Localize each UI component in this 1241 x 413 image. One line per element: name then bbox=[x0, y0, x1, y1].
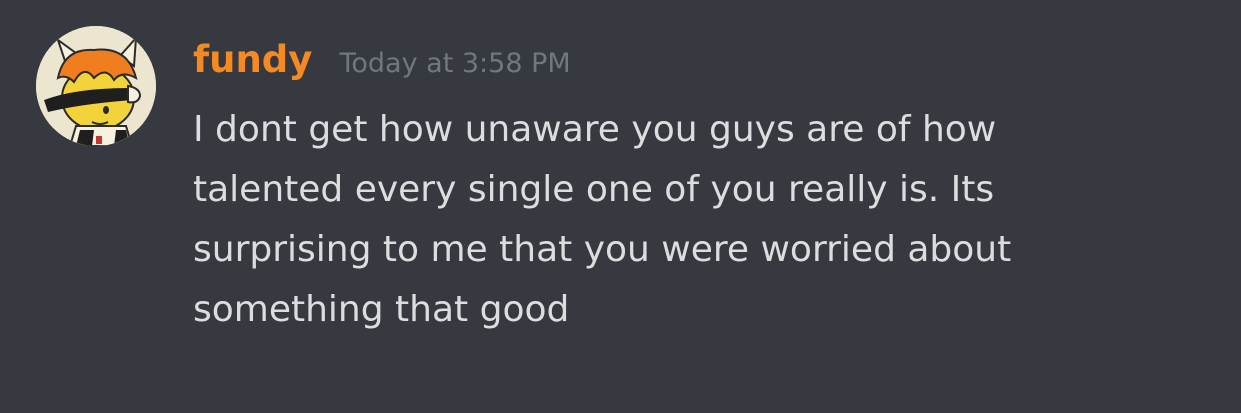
user-avatar-icon[interactable] bbox=[36, 26, 156, 146]
message-content: I dont get how unaware you guys are of h… bbox=[193, 100, 1203, 340]
message-line: talented every single one of you really … bbox=[193, 169, 995, 210]
message-line: I dont get how unaware you guys are of h… bbox=[193, 109, 997, 150]
message-line: something that good bbox=[193, 289, 570, 330]
avatar-illustration bbox=[36, 26, 156, 146]
chat-message: fundy Today at 3:58 PM I dont get how un… bbox=[0, 0, 1241, 413]
timestamp: Today at 3:58 PM bbox=[339, 48, 571, 79]
message-header: fundy Today at 3:58 PM bbox=[193, 38, 571, 81]
message-line: surprising to me that you were worried a… bbox=[193, 229, 1012, 270]
username[interactable]: fundy bbox=[193, 38, 312, 81]
